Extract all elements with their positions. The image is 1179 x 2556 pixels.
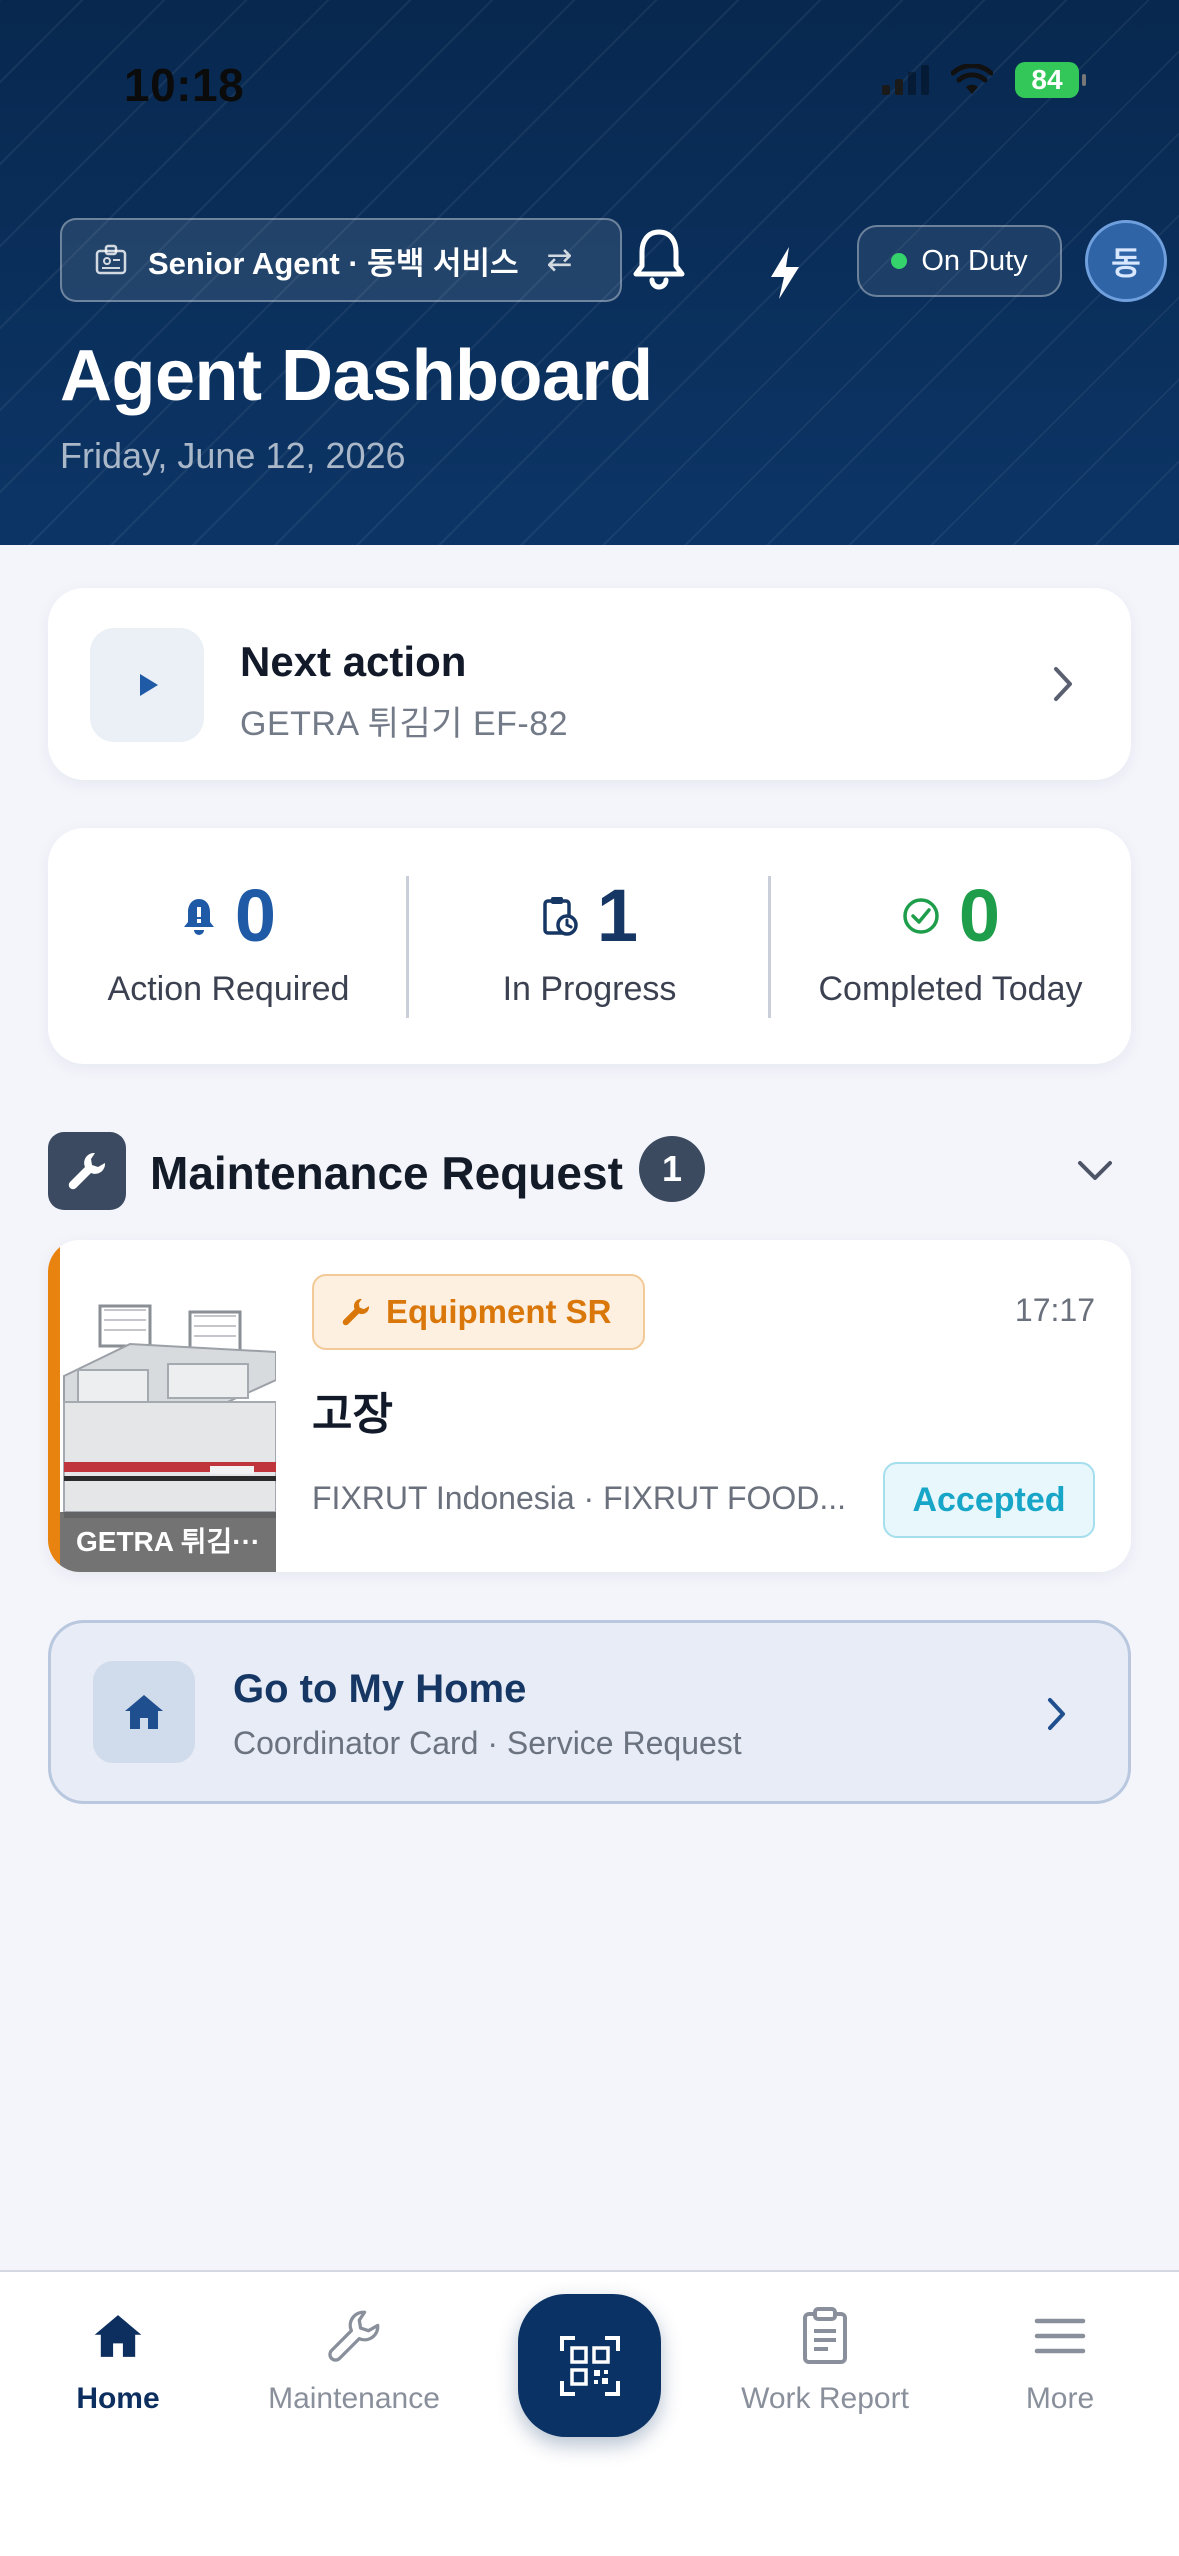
nav-more[interactable]: More: [960, 2306, 1160, 2416]
role-label: Senior Agent · 동백 서비스: [148, 245, 519, 281]
stat-in-progress[interactable]: 1 In Progress: [409, 828, 770, 1064]
stat-label: In Progress: [502, 970, 677, 1008]
notification-bell-icon[interactable]: [630, 226, 688, 292]
request-time: 17:17: [1014, 1292, 1095, 1328]
play-icon: [90, 628, 204, 742]
battery-icon: 84: [1015, 62, 1086, 98]
nav-maintenance[interactable]: Maintenance: [254, 2306, 454, 2416]
maintenance-section-header[interactable]: Maintenance Request 1: [48, 1130, 1131, 1210]
stat-value: 0: [958, 874, 1001, 957]
request-type-label: Equipment SR: [386, 1293, 612, 1330]
next-action-subtitle: GETRA 튀김기 EF-82: [240, 705, 569, 743]
request-type-badge: Equipment SR: [312, 1274, 645, 1350]
section-title: Maintenance Request: [150, 1147, 623, 1199]
equipment-thumbnail: GETRA 튀김···: [60, 1240, 276, 1572]
nav-home-label: Home: [76, 2382, 160, 2415]
nav-work-report-label: Work Report: [741, 2382, 909, 2415]
qr-scan-icon: [559, 2335, 620, 2396]
nav-more-label: More: [1025, 2382, 1095, 2415]
status-bar-time: 10:18: [124, 59, 245, 111]
dashboard-header: 10:18 84 Senior Agent · 동백 서비스 ⇄ On Duty: [0, 0, 1179, 545]
clipboard-clock-icon: [543, 897, 578, 936]
status-bar-icons: 84: [882, 62, 1086, 98]
wifi-icon: [951, 64, 993, 94]
thumbnail-caption: GETRA 튀김···: [60, 1512, 276, 1572]
request-title: 고장: [312, 1390, 393, 1439]
home-icon: [93, 1661, 195, 1763]
wrench-icon: [48, 1132, 126, 1210]
duty-status-label: On Duty: [921, 244, 1028, 277]
page-title: Agent Dashboard: [60, 336, 653, 416]
nav-home[interactable]: Home: [18, 2306, 218, 2416]
page-date: Friday, June 12, 2026: [60, 435, 406, 476]
user-avatar[interactable]: 동: [1085, 220, 1167, 302]
menu-icon: [1030, 2306, 1090, 2366]
stat-label: Completed Today: [818, 970, 1083, 1008]
chevron-down-icon[interactable]: [1075, 1158, 1115, 1184]
status-badge: Accepted: [883, 1462, 1095, 1538]
nav-work-report[interactable]: Work Report: [725, 2306, 925, 2416]
wrench-icon: [324, 2306, 384, 2366]
stat-completed-today[interactable]: 0 Completed Today: [770, 828, 1131, 1064]
stat-value: 0: [234, 874, 277, 957]
request-meta: FIXRUT Indonesia · FIXRUT FOOD...: [312, 1480, 847, 1516]
stats-summary-card: 0 Action Required 1 In Progress 0 Comple…: [48, 828, 1131, 1064]
home-card-title: Go to My Home: [233, 1667, 527, 1711]
stat-action-required[interactable]: 0 Action Required: [48, 828, 409, 1064]
next-action-card[interactable]: Next action GETRA 튀김기 EF-82: [48, 588, 1131, 780]
priority-accent-bar: [48, 1240, 60, 1572]
bell-alert-icon: [183, 899, 214, 935]
go-to-home-card[interactable]: Go to My Home Coordinator Card · Service…: [48, 1620, 1131, 1804]
role-switcher[interactable]: Senior Agent · 동백 서비스 ⇄: [60, 218, 622, 302]
maintenance-request-card[interactable]: GETRA 튀김··· Equipment SR 17:17 고장 FIXRUT…: [48, 1240, 1131, 1572]
stat-label: Action Required: [107, 970, 350, 1008]
swap-icon: ⇄: [546, 242, 573, 277]
cellular-signal-icon: [882, 65, 929, 95]
qr-scan-button[interactable]: [518, 2294, 661, 2437]
quick-action-bolt-icon[interactable]: [765, 245, 805, 301]
chevron-right-icon: [1048, 1698, 1065, 1730]
stat-value: 1: [596, 874, 639, 957]
duty-status-toggle[interactable]: On Duty: [857, 225, 1062, 297]
home-card-subtitle: Coordinator Card · Service Request: [233, 1725, 742, 1761]
nav-maintenance-label: Maintenance: [268, 2382, 440, 2415]
next-action-title: Next action: [240, 638, 467, 685]
clipboard-icon: [795, 2306, 855, 2366]
home-icon: [88, 2306, 148, 2366]
wrench-icon: [342, 1298, 370, 1326]
duty-status-dot: [891, 253, 908, 269]
chevron-right-icon: [1054, 667, 1072, 701]
check-circle-icon: [903, 898, 939, 934]
count-badge: 1: [639, 1136, 705, 1202]
id-badge-icon: [95, 244, 127, 275]
